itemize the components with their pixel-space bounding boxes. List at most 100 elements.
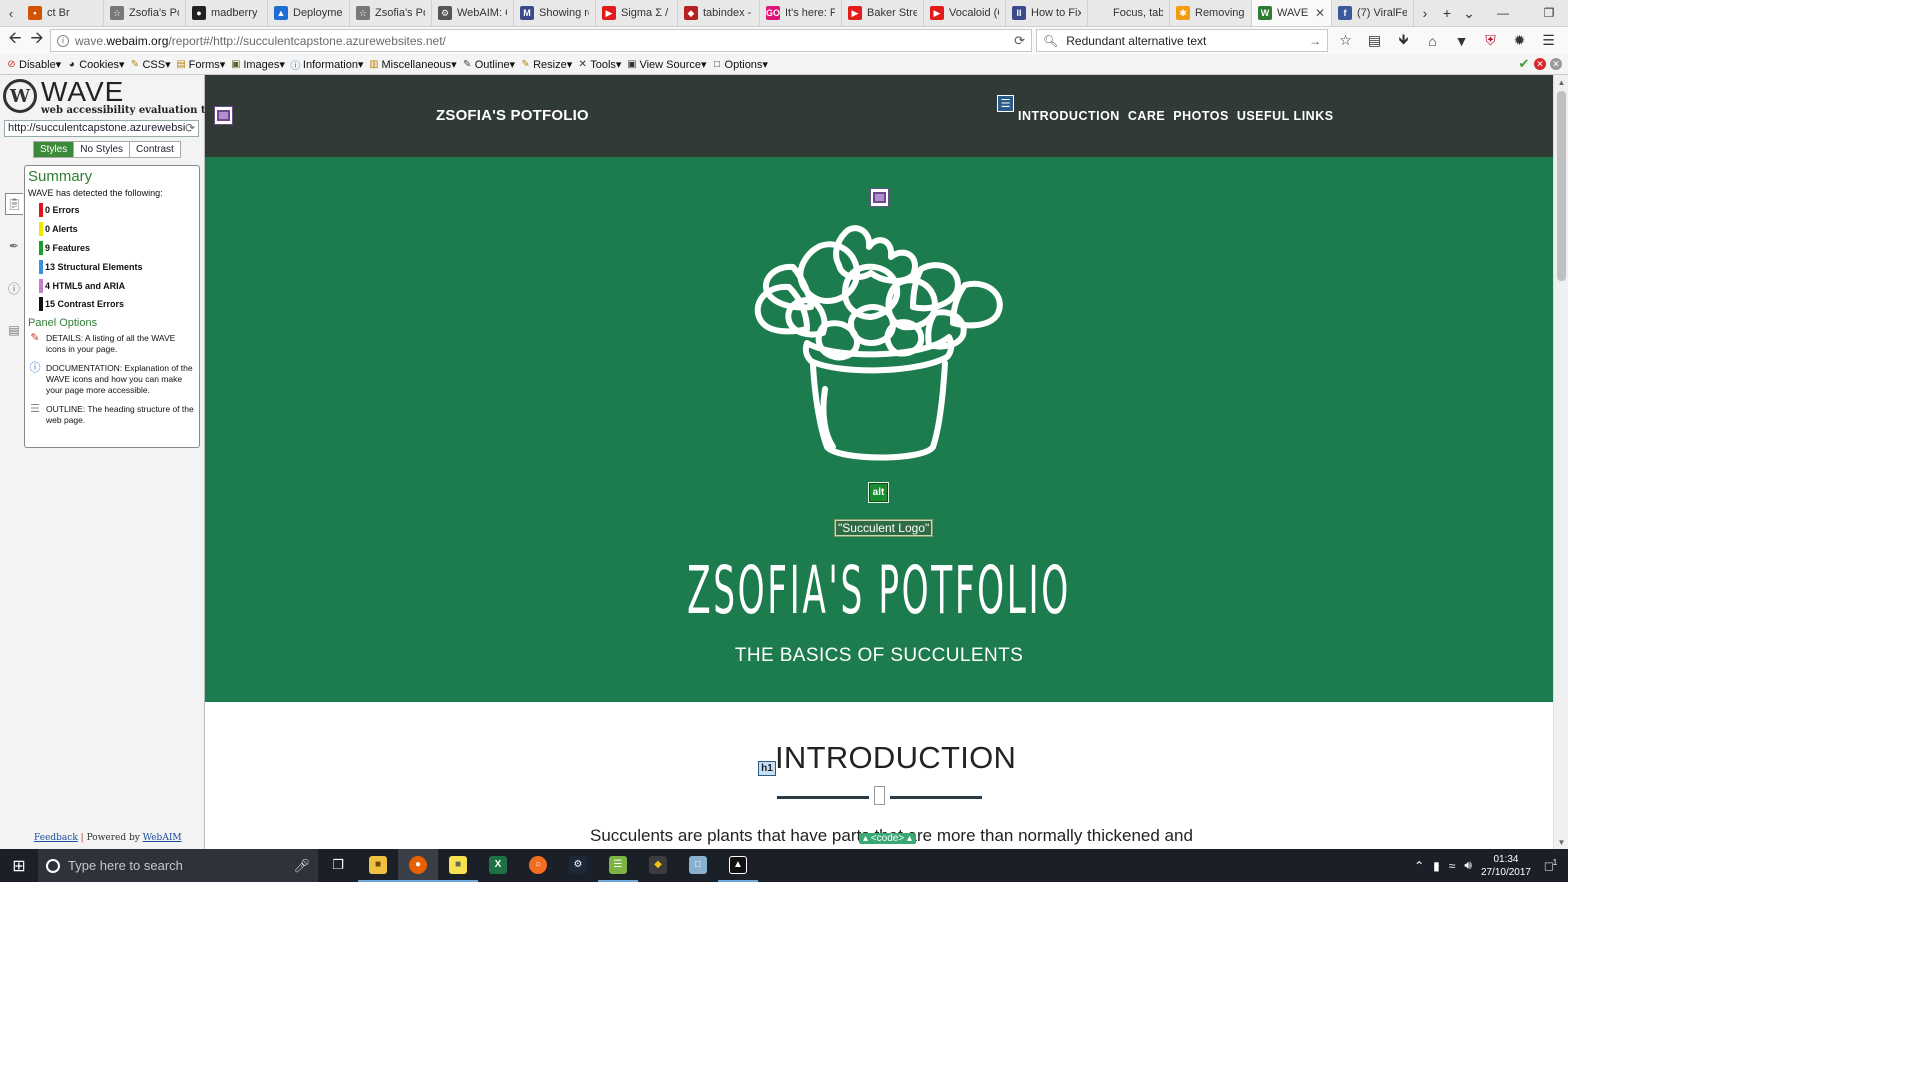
file-explorer-button[interactable]: ■ [358,849,398,882]
wave-url-input[interactable]: http://succulentcapstone.azurewebsite ⟳ [4,120,199,137]
steam-button[interactable]: ⚙ [558,849,598,882]
browser-tab[interactable]: ▶ Baker Stree [842,0,924,26]
downloads-icon[interactable]: 🡻 [1392,30,1415,51]
toolbar-menu-item[interactable]: ⓘ Information▾ [290,58,363,72]
details-tab-icon[interactable]: ✒ [5,235,23,257]
extension-icon[interactable]: ✹ [1508,30,1531,51]
nav-photos[interactable]: PHOTOS [1173,109,1229,123]
toolbar-menu-item[interactable]: ▤ Forms▾ [176,58,225,71]
scrollbar-thumb[interactable] [1557,91,1566,281]
browser-tab[interactable]: ☆ Zsofia's Po [104,0,186,26]
wave-region-icon[interactable] [214,106,233,125]
library-icon[interactable]: ▤ [1363,30,1386,51]
browser-tab[interactable]: W WAVE R ✕ [1252,0,1332,26]
new-tab-button[interactable]: + [1436,5,1458,21]
ublock-icon[interactable]: ⛨ [1479,30,1502,51]
notification-icon[interactable]: □1 [1540,858,1562,873]
tab-list-dropdown-button[interactable]: ⌄ [1458,5,1480,22]
no-styles-button[interactable]: No Styles [74,142,131,157]
outline-tab-icon[interactable]: ▤ [5,319,23,341]
sticky-notes-button[interactable]: ■ [438,849,478,882]
bookmark-star-icon[interactable]: ☆ [1334,30,1357,51]
excel-button[interactable]: X [478,849,518,882]
scroll-up-icon[interactable]: ▲ [1554,75,1569,89]
browser-tab[interactable]: ✱ Removing [1170,0,1252,26]
code-element-tag[interactable]: ▴ <code> ▴ [859,833,916,844]
webaim-link[interactable]: WebAIM [143,833,182,843]
browser-tab[interactable]: • ct Br [22,0,104,26]
search-bar[interactable]: 🔍︎ Redundant alternative text → [1036,29,1328,52]
microphone-icon[interactable]: 🎤︎ [293,858,310,874]
panel-option[interactable]: ⓘ DOCUMENTATION: Explanation of the WAVE … [28,362,196,396]
browser-tab[interactable]: GO It's here: FA [760,0,842,26]
tray-expand-icon[interactable]: ⌃ [1414,859,1424,873]
toolbar-menu-item[interactable]: ▣ Images▾ [230,58,285,71]
summary-row[interactable]: 0 Errors [28,201,196,220]
toolbar-menu-item[interactable]: ✎ Outline▾ [462,58,515,71]
minimize-button[interactable]: — [1480,6,1526,20]
contrast-button[interactable]: Contrast [130,142,180,157]
toolbar-menu-item[interactable]: ⊘ Disable▾ [6,58,61,71]
notepad-plus-button[interactable]: □ [678,849,718,882]
search-input[interactable]: Redundant alternative text [1066,34,1206,48]
summary-row[interactable]: 4 HTML5 and ARIA [28,276,196,295]
divider-icon[interactable] [874,786,885,805]
wifi-icon[interactable]: ≈ [1449,859,1456,873]
home-icon[interactable]: ⌂ [1421,30,1444,51]
browser-tab[interactable]: ● madberry [186,0,268,26]
browser-tab[interactable]: ☆ Zsofia's Po [350,0,432,26]
error-icon[interactable]: ✕ [1534,58,1546,70]
browser-tab[interactable]: M Showing re [514,0,596,26]
tab-scroll-right-button[interactable]: › [1414,5,1436,21]
toolbar-menu-item[interactable]: ▥ Miscellaneous▾ [368,58,456,71]
toolbar-menu-item[interactable]: ✕ Tools▾ [577,58,622,71]
tab-scroll-left-button[interactable]: ‹ [0,0,22,26]
alt-text-badge-icon[interactable]: alt [868,482,889,503]
search-go-icon[interactable]: → [1309,34,1321,48]
summary-row[interactable]: 0 Alerts [28,220,196,239]
documentation-tab-icon[interactable]: ⓘ [5,277,23,299]
h1-heading-badge-icon[interactable]: h1 [758,761,776,776]
browser-tab[interactable]: ▶ Vocaloid (C [924,0,1006,26]
summary-row[interactable]: 15 Contrast Errors [28,295,196,314]
toolbar-menu-item[interactable]: ✎ Resize▾ [520,58,572,71]
taskbar-search[interactable]: Type here to search 🎤︎ [38,849,318,882]
browser-tab[interactable]: ▶ Sigma Σ / F [596,0,678,26]
toolbar-menu-item[interactable]: ▣ View Source▾ [626,58,706,71]
notepad-button[interactable]: ☰ [598,849,638,882]
summary-row[interactable]: 9 Features [28,239,196,258]
refresh-icon[interactable]: ⟳ [184,121,195,135]
browser-tab[interactable]: ◆ tabindex - [678,0,760,26]
toolbar-menu-item[interactable]: ✎ CSS▾ [129,58,171,71]
battery-icon[interactable]: ▮ [1433,859,1440,873]
close-tab-icon[interactable]: ✕ [1315,6,1325,20]
browser-tab[interactable]: ⚙ WebAIM: C [432,0,514,26]
pocket-icon[interactable]: ▼ [1450,30,1473,51]
task-view-button[interactable]: ❐ [318,849,358,882]
system-clock[interactable]: 01:34 27/10/2017 [1481,853,1531,879]
origin-button[interactable]: ○ [518,849,558,882]
panel-option[interactable]: ✎ DETAILS: A listing of all the WAVE icon… [28,332,196,355]
reload-icon[interactable]: ⟳ [1014,33,1025,49]
summary-tab-icon[interactable]: 📋︎ [5,193,23,215]
page-scrollbar[interactable]: ▲ ▼ [1553,75,1568,849]
summary-row[interactable]: 13 Structural Elements [28,257,196,276]
gitkraken-button[interactable]: ◆ [638,849,678,882]
restore-button[interactable]: ❐ [1526,6,1568,20]
back-button[interactable]: 🡨 [4,30,26,52]
feedback-link[interactable]: Feedback [34,833,78,843]
address-bar[interactable]: i wave. webaim.org/report#/http://succule… [50,29,1032,52]
wave-list-icon[interactable]: ☰ [997,95,1014,112]
browser-tab[interactable]: ▲ Deployme [268,0,350,26]
check-icon[interactable]: ✔ [1518,56,1530,71]
browser-tab[interactable]: II How to Fix [1006,0,1088,26]
toolbar-menu-item[interactable]: ◕ Cookies▾ [66,58,125,71]
browser-tab[interactable]: f (7) ViralFe [1332,0,1414,26]
nav-introduction[interactable]: INTRODUCTION [1018,109,1120,123]
wave-logo[interactable]: W WAVE web accessibility evaluation tool [3,78,223,116]
start-button[interactable]: ⊞ [0,849,38,882]
browser-tab[interactable]: Focus, tabInde [1088,0,1170,26]
volume-icon[interactable]: 🔊︎ [1464,858,1472,873]
photos-button[interactable]: ▲ [718,849,758,882]
close-toolbar-icon[interactable]: ✕ [1550,58,1562,70]
